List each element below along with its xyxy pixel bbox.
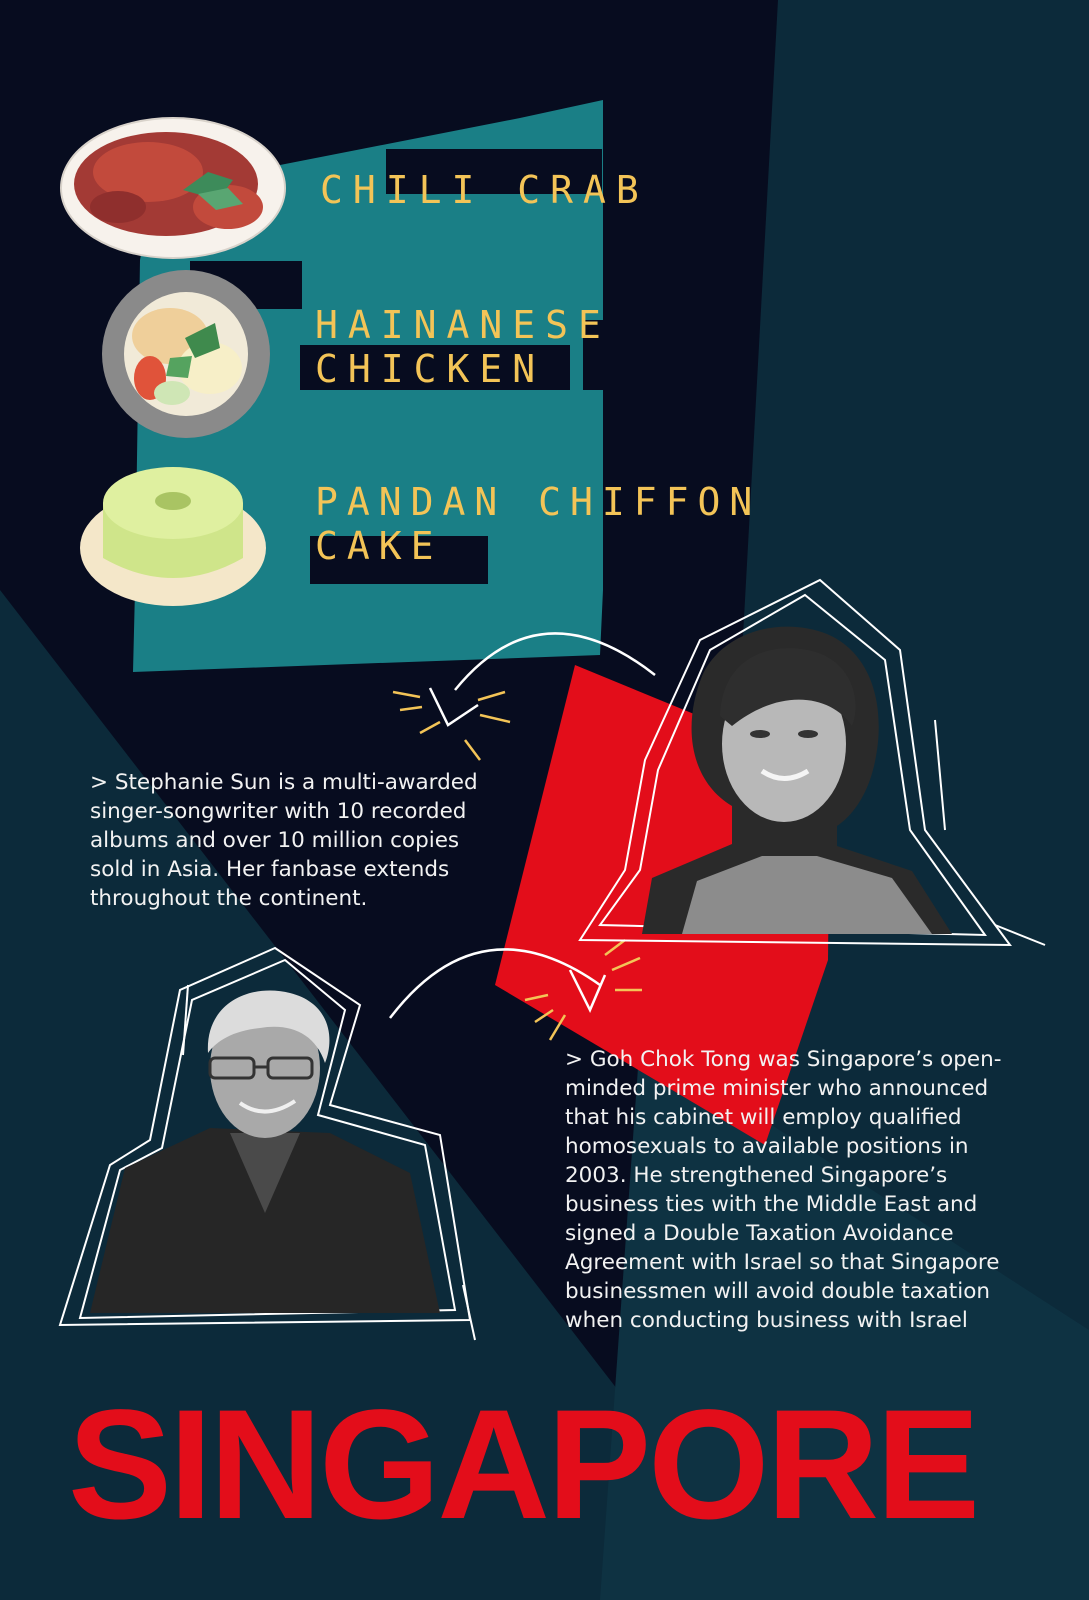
poster: CHILI CRAB HAINANESE CHICKEN PANDAN CHIF… bbox=[0, 0, 1089, 1600]
hainanese-chicken-plate-icon bbox=[102, 270, 270, 438]
pandan-chiffon-cake-icon bbox=[80, 467, 266, 606]
goh-chok-tong-bio: > Goh Chok Tong was Singapore’s open-min… bbox=[565, 1047, 1002, 1333]
stephanie-sun-photo bbox=[642, 626, 952, 934]
stephanie-sun-bio: > Stephanie Sun is a multi-awarded singe… bbox=[90, 770, 478, 911]
food-label-chili-crab: CHILI CRAB bbox=[320, 168, 649, 212]
page-title: SINGAPORE bbox=[68, 1378, 980, 1552]
food-label-hainanese-chicken: HAINANESE CHICKEN bbox=[315, 303, 611, 391]
chili-crab-plate-icon bbox=[60, 117, 286, 259]
food-label-pandan-chiffon-cake: PANDAN CHIFFON CAKE bbox=[315, 480, 762, 568]
goh-chok-tong-photo bbox=[90, 990, 440, 1313]
